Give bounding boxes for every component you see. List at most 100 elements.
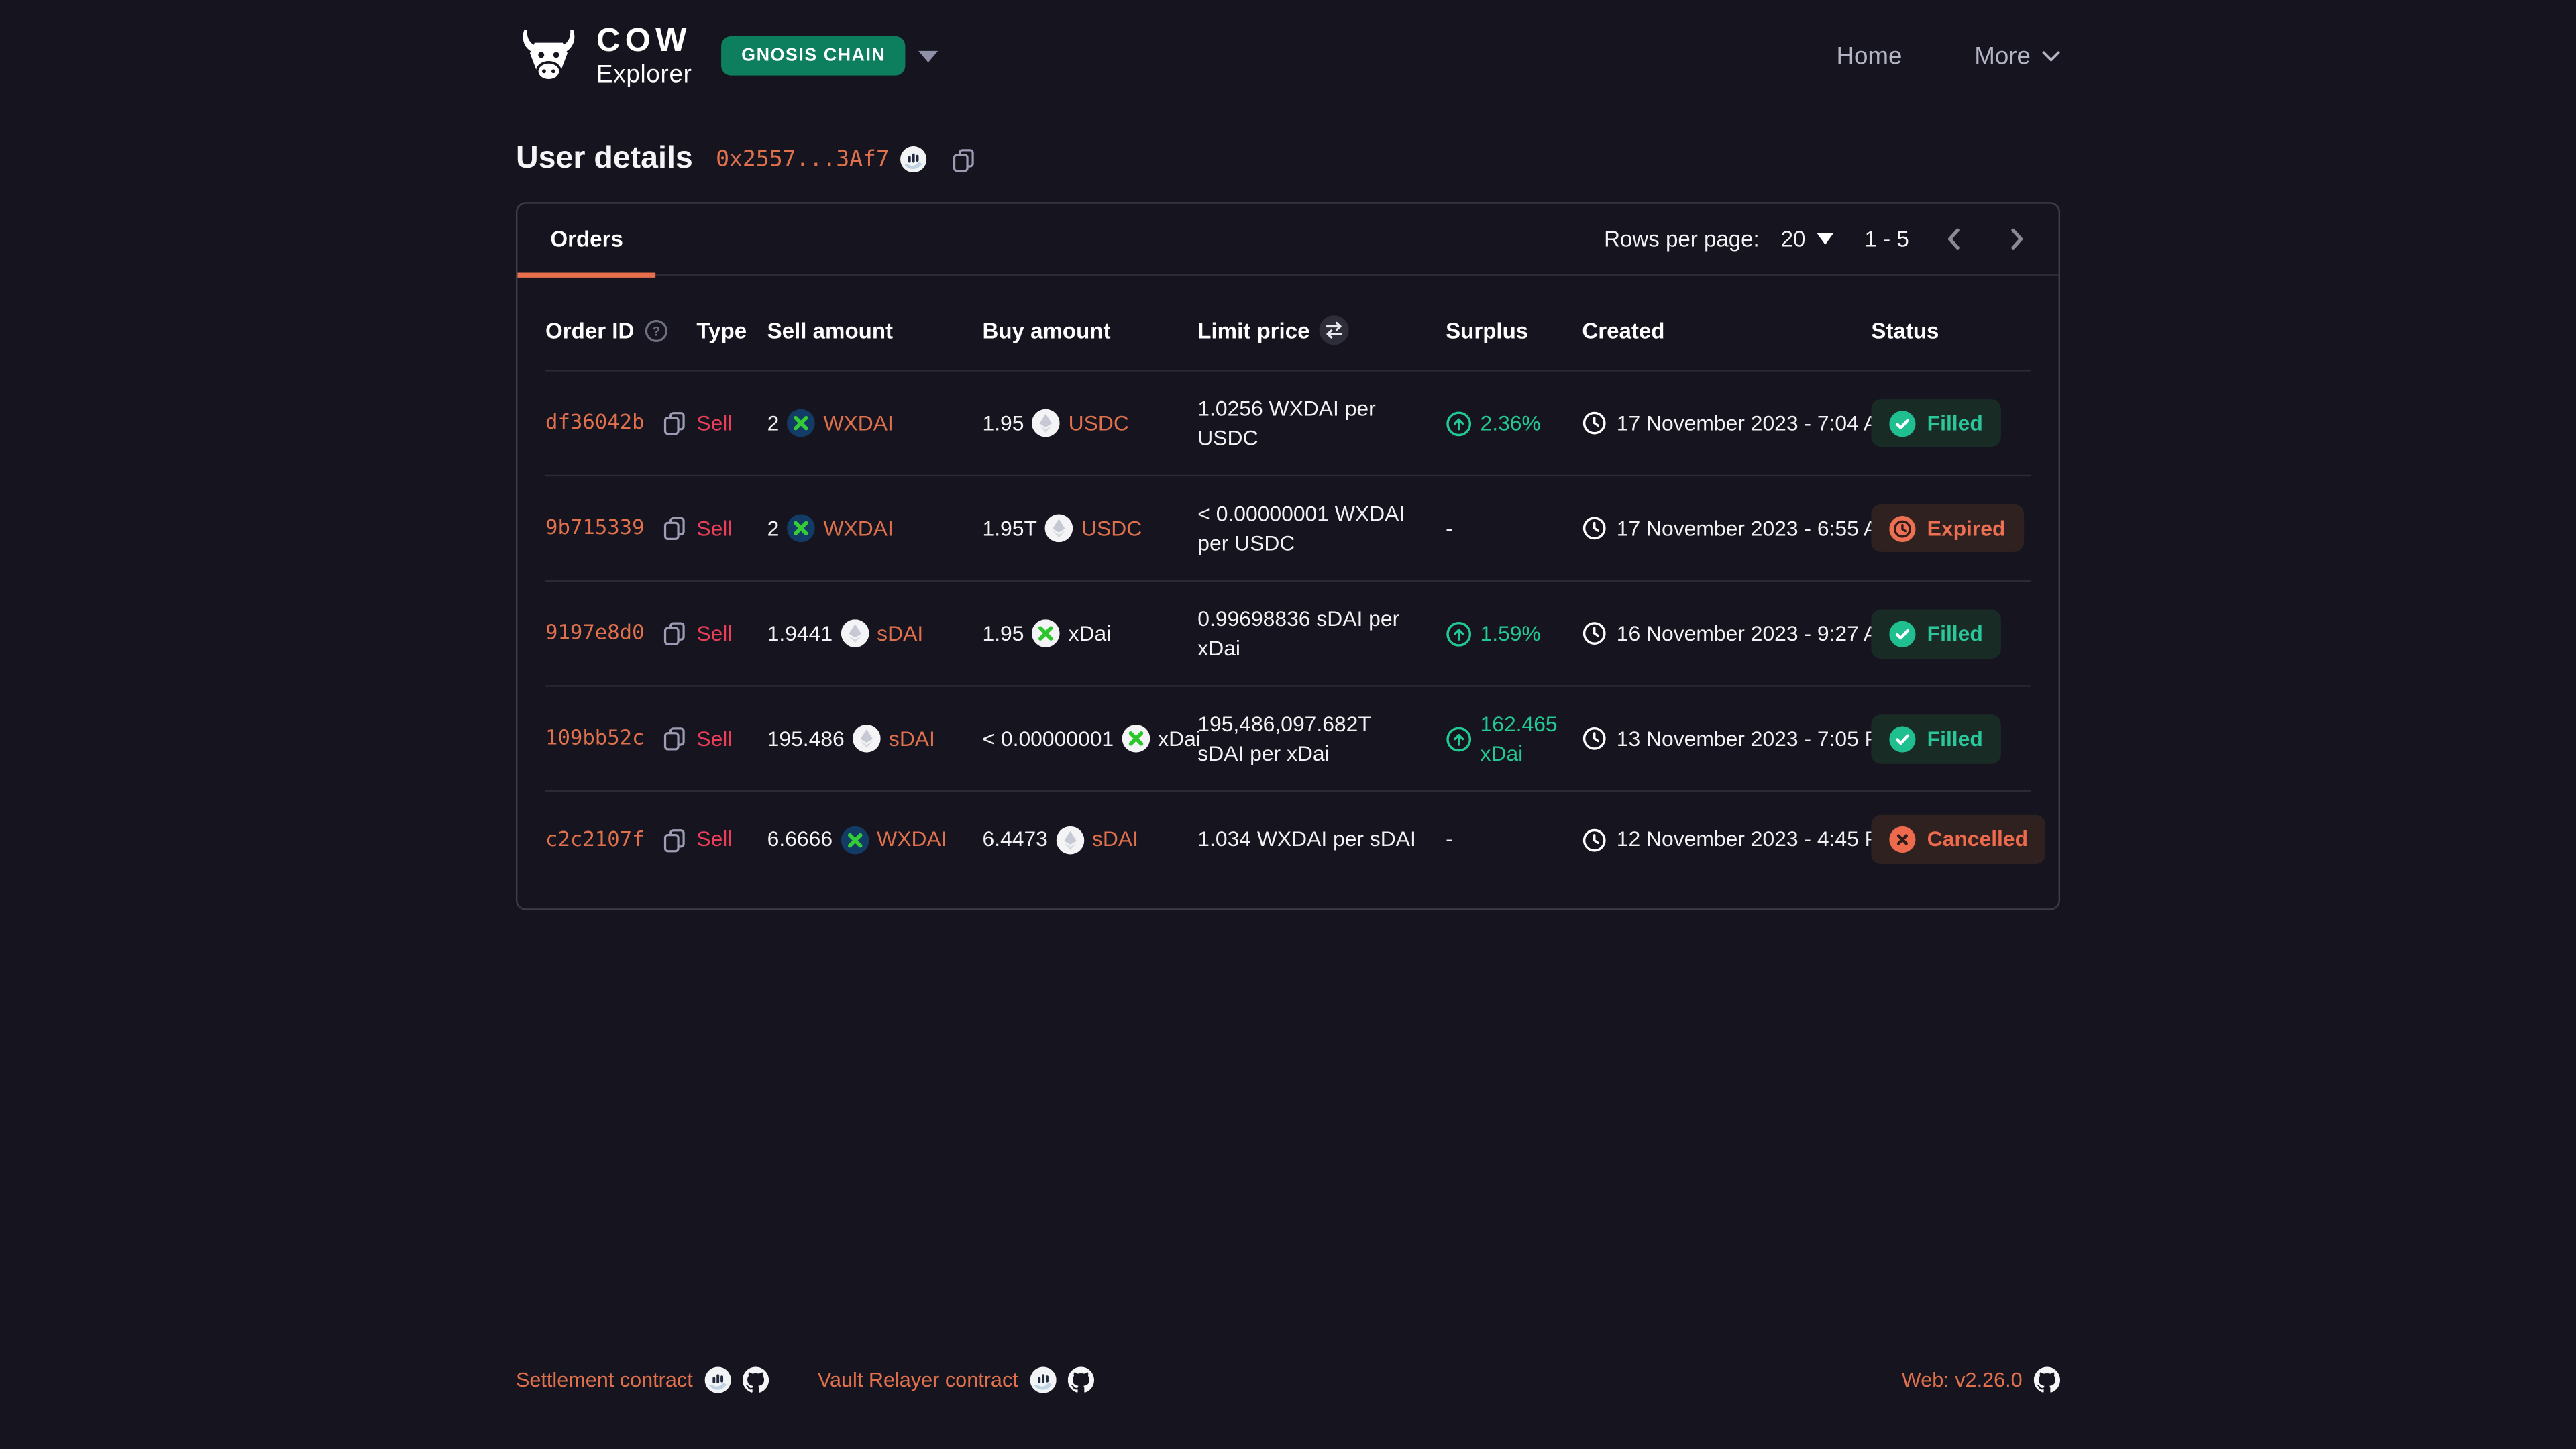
token-link-sDAI[interactable]: sDAI <box>1092 825 1138 854</box>
table-row: c2c2107fSell6.6666WXDAI6.4473sDAI1.034 W… <box>545 792 2031 887</box>
github-icon[interactable] <box>742 1367 768 1393</box>
order-type-cell: Sell <box>696 702 767 777</box>
orders-table: Order ID?TypeSell amountBuy amountLimit … <box>517 276 2058 908</box>
token-eth-light-icon <box>853 725 881 753</box>
order-id-link[interactable]: df36042b <box>545 409 644 437</box>
column-header-limit-price: Limit price <box>1197 301 1446 370</box>
copy-icon[interactable] <box>662 516 687 541</box>
copy-address-button[interactable] <box>952 147 977 172</box>
order-id-cell: c2c2107f <box>545 803 696 877</box>
order-type-cell: Sell <box>696 491 767 566</box>
surplus-up-icon <box>1446 410 1472 436</box>
app-footer: Settlement contract Vault Relayer contra… <box>0 1367 2576 1393</box>
token-link-USDC[interactable]: USDC <box>1081 514 1142 543</box>
sell-amount-cell: 195.486sDAI <box>767 702 983 777</box>
column-header-order-id: Order ID? <box>545 303 696 368</box>
status-label: Cancelled <box>1927 825 2028 854</box>
copy-icon[interactable] <box>662 727 687 751</box>
order-id-link[interactable]: 9197e8d0 <box>545 620 644 647</box>
sell-amount-cell: 1.9441 sDAI <box>767 596 983 672</box>
rows-per-page-select[interactable]: 20 <box>1781 227 1833 252</box>
amount-value: 6.4473 <box>982 825 1047 854</box>
surplus-cell: 162.465 xDai <box>1446 687 1582 791</box>
github-icon[interactable] <box>1067 1367 1093 1393</box>
main-content: User details 0x2557...3Af7 Orders Rows p… <box>516 138 2060 910</box>
status-expired-icon <box>1889 515 1915 541</box>
amount-value: 6.6666 <box>767 825 833 854</box>
amount-value: < 0.00000001 <box>982 724 1114 753</box>
vault-relayer-contract-link[interactable]: Vault Relayer contract <box>818 1368 1018 1391</box>
surplus-cell: - <box>1446 802 1582 877</box>
token-link-WXDAI[interactable]: WXDAI <box>877 825 947 854</box>
buy-amount-cell: 1.95 xDai <box>982 596 1197 672</box>
tab-orders[interactable]: Orders <box>517 203 655 275</box>
block-explorer-icon[interactable] <box>704 1367 731 1393</box>
table-row: 9197e8d0Sell1.9441sDAI1.95xDai0.99698836… <box>545 582 2031 687</box>
prev-page-button[interactable] <box>1937 222 1971 256</box>
created-cell: 17 November 2023 - 6:55 AM <box>1582 491 1871 566</box>
amount-value: 1.9441 <box>767 619 833 648</box>
status-cell: Filled <box>1871 586 2031 681</box>
limit-price-cell: 0.99698836 sDAI per xDai <box>1197 582 1446 686</box>
web-version-link[interactable]: Web: v2.26.0 <box>1902 1368 2023 1391</box>
status-badge: Cancelled <box>1871 816 2046 864</box>
order-id-link[interactable]: c2c2107f <box>545 826 644 853</box>
sell-amount-cell: 2WXDAI <box>767 386 983 461</box>
status-filled-icon <box>1889 410 1915 436</box>
token-link-WXDAI[interactable]: WXDAI <box>824 514 894 543</box>
table-row: df36042bSell2WXDAI1.95USDC1.0256 WXDAI p… <box>545 371 2031 476</box>
order-id-link[interactable]: 9b715339 <box>545 515 644 542</box>
status-badge: Expired <box>1871 504 2023 552</box>
chevron-down-icon <box>2042 50 2060 62</box>
token-link-sDAI[interactable]: sDAI <box>877 619 923 648</box>
clock-icon <box>1582 727 1607 751</box>
buy-amount-cell: < 0.00000001xDai <box>982 702 1197 777</box>
created-cell: 17 November 2023 - 7:04 AM <box>1582 386 1871 461</box>
network-selector[interactable]: GNOSIS CHAIN <box>722 36 938 76</box>
token-link-WXDAI[interactable]: WXDAI <box>824 409 894 437</box>
table-row: 9b715339Sell2WXDAI1.95TUSDC< 0.00000001 … <box>545 476 2031 582</box>
token-gnosis-dark-icon <box>788 515 816 543</box>
buy-amount-cell: 6.4473 sDAI <box>982 802 1197 877</box>
token-link-USDC[interactable]: USDC <box>1069 409 1129 437</box>
table-header-row: Order ID?TypeSell amountBuy amountLimit … <box>545 301 2031 371</box>
amount-value: 1.95 <box>982 619 1024 648</box>
rows-per-page-label: Rows per page: <box>1604 227 1760 252</box>
order-id-link[interactable]: 109bb52c <box>545 725 644 753</box>
next-page-button[interactable] <box>1999 222 2033 256</box>
block-explorer-icon[interactable] <box>1030 1367 1056 1393</box>
token-link-sDAI[interactable]: sDAI <box>889 724 935 753</box>
token-label-xDai: xDai <box>1069 619 1112 648</box>
token-xdai-light-icon <box>1032 620 1061 648</box>
cow-logo-icon <box>516 26 582 85</box>
github-icon[interactable] <box>2034 1367 2060 1393</box>
copy-icon[interactable] <box>662 411 687 435</box>
surplus-empty: - <box>1446 514 1453 543</box>
address-identicon <box>901 146 927 172</box>
settlement-contract-link[interactable]: Settlement contract <box>516 1368 693 1391</box>
nav-home[interactable]: Home <box>1836 42 1902 70</box>
copy-icon[interactable] <box>662 621 687 646</box>
top-navigation: Home More <box>1836 42 2060 70</box>
logo-subtitle: Explorer <box>596 62 692 87</box>
orders-card: Orders Rows per page: 20 1 - 5 <box>516 202 2060 910</box>
amount-value: 1.95T <box>982 514 1036 543</box>
nav-more[interactable]: More <box>1974 42 2060 70</box>
created-cell: 16 November 2023 - 9:27 AM <box>1582 596 1871 672</box>
order-id-cell: 109bb52c <box>545 702 696 776</box>
token-xdai-light-icon <box>1122 725 1150 753</box>
limit-price-cell: 195,486,097.682T sDAI per xDai <box>1197 687 1446 791</box>
order-type-cell: Sell <box>696 802 767 877</box>
order-id-cell: 9b715339 <box>545 492 696 566</box>
created-value: 17 November 2023 - 7:04 AM <box>1617 409 1896 437</box>
token-label-xDai: xDai <box>1158 724 1201 753</box>
status-cancelled-icon <box>1889 826 1915 853</box>
swap-icon[interactable] <box>1320 315 1349 345</box>
created-value: 12 November 2023 - 4:45 PM <box>1617 825 1897 854</box>
cow-explorer-logo[interactable]: COW Explorer <box>516 25 692 87</box>
svg-text:?: ? <box>652 323 660 338</box>
status-label: Filled <box>1927 724 1983 753</box>
clock-icon <box>1582 827 1607 852</box>
surplus-up-icon <box>1446 621 1472 647</box>
copy-icon[interactable] <box>662 827 687 852</box>
